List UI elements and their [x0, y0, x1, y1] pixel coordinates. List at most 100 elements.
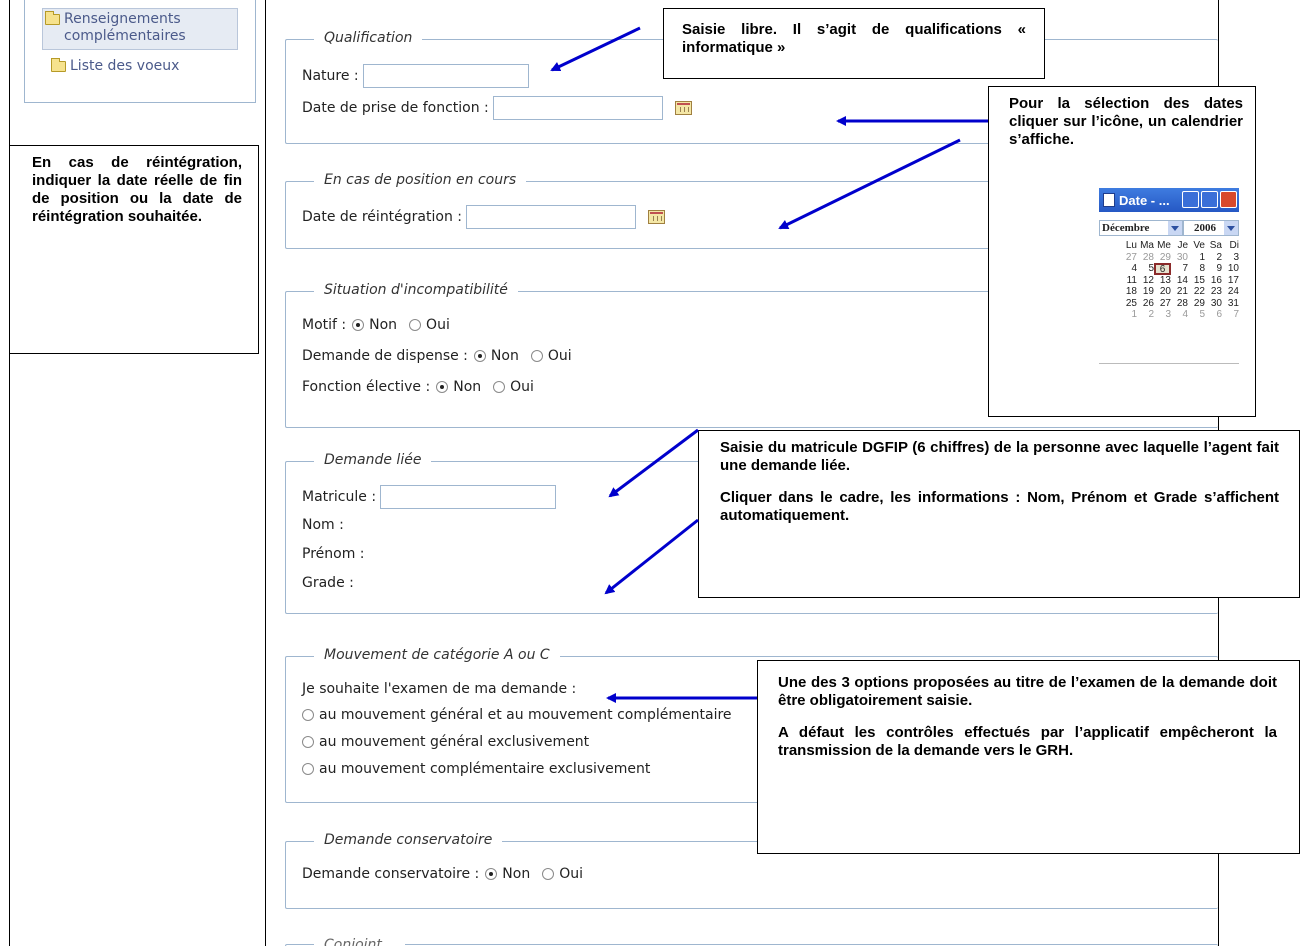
matricule-input[interactable]: [380, 485, 557, 509]
calendar-divider: [1099, 363, 1239, 364]
conservatoire-non-radio[interactable]: [485, 868, 498, 880]
calendar-weekday: Ma: [1140, 240, 1154, 251]
calendar-day[interactable]: 11: [1120, 275, 1137, 287]
motif-oui-radio[interactable]: [409, 319, 422, 331]
calendar-popup[interactable]: Date - ... Décembre 2006 Lu Ma Me Je Ve Sa Di 2…: [1099, 182, 1239, 364]
section-legend: En cas de position en cours: [314, 172, 527, 188]
dispense-row: Demande de dispense : Non Oui: [302, 348, 578, 364]
year-select[interactable]: 2006: [1183, 220, 1239, 236]
calendar-icon[interactable]: [648, 210, 665, 224]
calendar-day[interactable]: 13: [1154, 275, 1171, 287]
calendar-day[interactable]: 20: [1154, 286, 1171, 298]
elective-oui-radio[interactable]: [493, 381, 506, 393]
calendar-day[interactable]: 6: [1205, 309, 1222, 321]
calendar-day[interactable]: 27: [1154, 298, 1171, 310]
nav-item-renseignements[interactable]: Renseignements complémentaires: [42, 8, 238, 50]
calendar-day[interactable]: 26: [1137, 298, 1154, 310]
calendar-icon[interactable]: [674, 101, 692, 115]
calendar-day[interactable]: 31: [1222, 298, 1239, 310]
calendar-weekday: Me: [1157, 240, 1171, 251]
date-reint-row: Date de réintégration :: [302, 205, 665, 229]
calendar-day[interactable]: 4: [1171, 309, 1188, 321]
calendar-day[interactable]: 27: [1120, 252, 1137, 264]
mouvement-option-2[interactable]: au mouvement général exclusivement: [296, 734, 589, 750]
calendar-day[interactable]: 15: [1188, 275, 1205, 287]
calendar-day[interactable]: 29: [1154, 252, 1171, 264]
year-value: 2006: [1194, 222, 1216, 234]
calendar-day[interactable]: 16: [1205, 275, 1222, 287]
calendar-day[interactable]: 29: [1188, 298, 1205, 310]
month-select[interactable]: Décembre: [1099, 220, 1183, 236]
calendar-weekday: Sa: [1209, 240, 1222, 251]
calendar-day[interactable]: 4: [1120, 263, 1137, 275]
calendar-day[interactable]: 8: [1188, 263, 1205, 275]
calendar-day[interactable]: 5: [1188, 309, 1205, 321]
callout-text: Cliquer dans le cadre, les informations …: [720, 489, 1279, 524]
conservatoire-oui-radio[interactable]: [542, 868, 555, 880]
calendar-day[interactable]: 28: [1171, 298, 1188, 310]
maximize-icon[interactable]: [1201, 191, 1218, 208]
calendar-day[interactable]: 7: [1171, 263, 1188, 275]
option-radio[interactable]: [302, 763, 314, 775]
calendar-day[interactable]: 24: [1222, 286, 1239, 298]
calendar-day[interactable]: 7: [1222, 309, 1239, 321]
nom-row: Nom :: [302, 517, 344, 533]
calendar-day[interactable]: 1: [1120, 309, 1137, 321]
calendar-day[interactable]: 25: [1120, 298, 1137, 310]
calendar-day[interactable]: 3: [1222, 252, 1239, 264]
calendar-day[interactable]: 22: [1188, 286, 1205, 298]
calendar-day[interactable]: 5: [1137, 263, 1154, 275]
calendar-day[interactable]: 21: [1171, 286, 1188, 298]
calendar-week-row: 4 5 6 7 8 9 10: [1099, 263, 1239, 275]
chevron-down-icon[interactable]: [1224, 221, 1238, 235]
calendar-day[interactable]: 23: [1205, 286, 1222, 298]
nav-item-liste-voeux[interactable]: Liste des voeux: [51, 58, 179, 75]
minimize-icon[interactable]: [1182, 191, 1199, 208]
nature-input[interactable]: [362, 64, 529, 88]
calendar-day[interactable]: 18: [1120, 286, 1137, 298]
calendar-week-row: 1234567: [1099, 309, 1239, 321]
date-reint-input[interactable]: [466, 205, 636, 229]
calendar-day[interactable]: 17: [1222, 275, 1239, 287]
calendar-day[interactable]: 14: [1171, 275, 1188, 287]
dispense-non-radio[interactable]: [473, 350, 486, 362]
motif-label: Motif :: [302, 317, 347, 333]
prenom-row: Prénom :: [302, 546, 365, 562]
radio-label: Non: [369, 317, 398, 333]
dispense-oui-radio[interactable]: [530, 350, 543, 362]
month-value: Décembre: [1102, 222, 1150, 234]
calendar-day[interactable]: 3: [1154, 309, 1171, 321]
option-radio[interactable]: [302, 736, 314, 748]
mouvement-option-1[interactable]: au mouvement général et au mouvement com…: [296, 707, 732, 723]
calendar-day[interactable]: 10: [1222, 263, 1239, 275]
mouvement-option-3[interactable]: au mouvement complémentaire exclusivemen…: [296, 761, 650, 777]
callout-text: Pour la sélection des dates cliquer sur …: [1009, 95, 1243, 148]
nature-label: Nature :: [302, 68, 359, 84]
calendar-day[interactable]: 6: [1154, 263, 1171, 275]
window-icon: [1103, 193, 1115, 207]
calendar-day[interactable]: 2: [1137, 309, 1154, 321]
radio-label: Non: [453, 379, 482, 395]
date-prise-input[interactable]: [492, 96, 663, 120]
calendar-day[interactable]: 19: [1137, 286, 1154, 298]
motif-non-radio[interactable]: [352, 319, 365, 331]
close-icon[interactable]: [1220, 191, 1237, 208]
calendar-day[interactable]: 30: [1171, 252, 1188, 264]
calendar-day[interactable]: 2: [1205, 252, 1222, 264]
calendar-day[interactable]: 1: [1188, 252, 1205, 264]
calendar-day[interactable]: 9: [1205, 263, 1222, 275]
elective-non-radio[interactable]: [436, 381, 449, 393]
calendar-day[interactable]: 30: [1205, 298, 1222, 310]
option-radio[interactable]: [302, 709, 314, 721]
callout-text: Une des 3 options proposées au titre de …: [778, 674, 1277, 709]
chevron-down-icon[interactable]: [1168, 221, 1182, 235]
matricule-row: Matricule :: [302, 485, 557, 509]
side-navigation: Renseignements complémentaires Liste des…: [24, 0, 256, 103]
calendar-week-row: 11 12 13 14 15 16 17: [1099, 275, 1239, 287]
dispense-label: Demande de dispense :: [302, 348, 468, 364]
calendar-weekday: Je: [1177, 240, 1188, 251]
calendar-day[interactable]: 12: [1137, 275, 1154, 287]
callout-demande-liee: Saisie du matricule DGFIP (6 chiffres) d…: [698, 430, 1300, 598]
calendar-day[interactable]: 28: [1137, 252, 1154, 264]
radio-label: Oui: [426, 317, 450, 333]
